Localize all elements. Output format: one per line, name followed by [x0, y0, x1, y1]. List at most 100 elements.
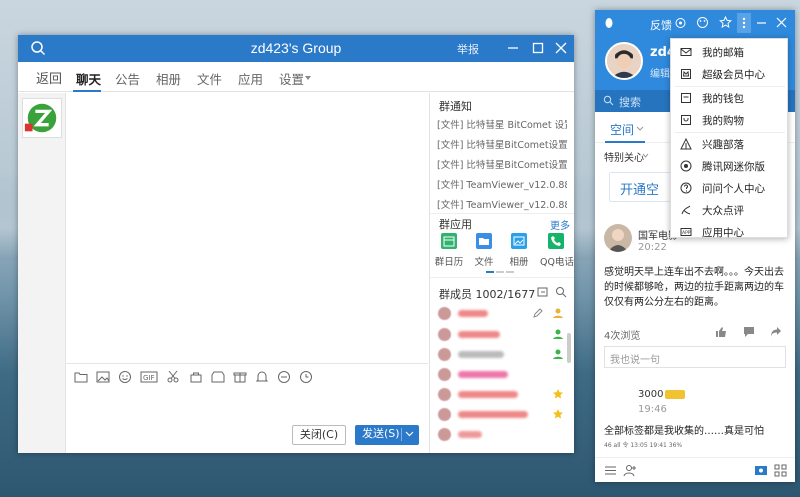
gif-icon[interactable]: GIF [140, 370, 158, 384]
folder-icon[interactable] [74, 370, 88, 384]
post-avatar[interactable] [604, 224, 632, 252]
comment-placeholder: 我也说一句 [610, 355, 660, 366]
news-icon [680, 160, 692, 172]
member-scrollbar[interactable] [567, 333, 571, 363]
app-manager-icon[interactable] [754, 464, 768, 477]
notice-item[interactable]: [文件] 比特彗星BitComet设置... [437, 157, 567, 171]
search-placeholder: 搜索 [619, 96, 641, 109]
menu-item-tribe[interactable]: 兴趣部落 [671, 133, 789, 155]
member-row[interactable] [436, 426, 566, 444]
palette-icon[interactable] [696, 16, 709, 29]
phone-icon[interactable] [548, 233, 564, 249]
notice-header: 群通知 [439, 100, 472, 113]
bag-icon[interactable] [189, 370, 203, 384]
more-menu-button[interactable] [737, 13, 751, 33]
add-contact-icon[interactable] [623, 464, 637, 477]
close-button[interactable]: 关闭(C) [292, 425, 346, 445]
tab-space[interactable]: 空间 [610, 121, 634, 138]
emoji-icon[interactable] [118, 370, 132, 384]
chevron-down-icon[interactable] [405, 431, 414, 437]
invite-icon[interactable] [537, 286, 549, 298]
more-circle-icon[interactable] [277, 370, 291, 384]
back-button[interactable]: 返回 [36, 68, 62, 87]
member-row[interactable] [436, 346, 566, 364]
shield-icon[interactable] [674, 16, 687, 29]
close-icon[interactable] [553, 40, 569, 56]
group-avatar[interactable] [22, 98, 62, 138]
question-icon [680, 182, 692, 194]
user-signature[interactable]: 编辑 [650, 65, 670, 80]
menu-item-wallet[interactable]: 我的钱包 [671, 87, 789, 109]
menu-item-shopping[interactable]: 我的购物 [671, 109, 789, 131]
feedback-link[interactable]: 反馈 [650, 17, 672, 33]
menu-label: 我的购物 [702, 115, 744, 127]
comment-icon[interactable] [743, 326, 755, 338]
more-dropdown-menu: 我的邮箱 超级会员中心 我的钱包 我的购物 兴趣部落 腾讯网迷你版 问问个人中心… [670, 38, 789, 239]
minimize-icon[interactable] [755, 16, 768, 29]
star-outline-icon[interactable] [719, 16, 732, 29]
notice-item[interactable]: [文件] 比特彗星BitComet设置... [437, 137, 567, 151]
file-app-icon[interactable] [476, 233, 492, 249]
member-row[interactable] [436, 366, 566, 384]
chevron-down-icon[interactable] [642, 153, 649, 158]
menu-item-mailbox[interactable]: 我的邮箱 [671, 41, 789, 63]
page-indicator [486, 271, 494, 273]
title-bar: zd423's Group 举报 [18, 35, 574, 62]
member-row[interactable] [436, 305, 566, 323]
admin-icon [553, 349, 563, 359]
apps-more-link[interactable]: 更多 [550, 217, 570, 232]
member-row[interactable] [436, 406, 566, 424]
comment-input[interactable]: 我也说一句 [604, 346, 786, 368]
notice-item[interactable]: [文件] TeamViewer_v12.0.884... [437, 177, 567, 191]
window-title: zd423's Group [250, 40, 342, 56]
member-row[interactable] [436, 386, 566, 404]
member-row[interactable] [436, 326, 566, 344]
screenshot-thumbnail[interactable]: 46 all 令 13:05 19:41 36% [604, 440, 784, 449]
bell-icon[interactable] [255, 370, 269, 384]
send-button[interactable]: 发送(S) [355, 425, 419, 445]
calendar-icon[interactable] [441, 233, 457, 249]
menu-item-dianping[interactable]: 大众点评 [671, 199, 789, 221]
edit-icon[interactable] [532, 307, 544, 319]
menu-label: 应用中心 [702, 227, 744, 239]
special-care-label[interactable]: 特别关心 [604, 149, 644, 164]
tab-apps[interactable]: 应用 [238, 69, 263, 88]
menu-item-svip[interactable]: 超级会员中心 [671, 63, 789, 85]
minimize-icon[interactable] [505, 40, 521, 56]
maximize-icon[interactable] [530, 40, 546, 56]
input-toolbar: GIF [66, 363, 428, 389]
member-search-icon[interactable] [555, 286, 567, 298]
tab-chat[interactable]: 聊天 [76, 69, 101, 88]
review-icon [681, 205, 691, 215]
grid-icon[interactable] [774, 464, 787, 477]
gift-icon[interactable] [233, 370, 247, 384]
scissors-icon[interactable] [166, 370, 180, 384]
menu-item-wenwen[interactable]: 问问个人中心 [671, 177, 789, 199]
shop-icon[interactable] [211, 370, 225, 384]
send-label: 发送(S) [362, 427, 400, 440]
chevron-down-icon[interactable] [305, 76, 311, 80]
crown-icon [681, 69, 691, 79]
close-icon[interactable] [775, 16, 788, 29]
notice-item[interactable]: [文件] TeamViewer_v12.0.884... [437, 197, 567, 211]
menu-icon[interactable] [604, 464, 617, 477]
report-button[interactable]: 举报 [457, 41, 479, 57]
tribe-icon [680, 138, 692, 150]
menu-item-tencent-news[interactable]: 腾讯网迷你版 [671, 155, 789, 177]
clock-icon[interactable] [299, 370, 313, 384]
tab-album[interactable]: 相册 [156, 69, 181, 88]
share-icon[interactable] [770, 326, 782, 338]
tab-settings[interactable]: 设置 [279, 69, 304, 88]
bottom-bar [595, 457, 795, 482]
menu-item-app-center[interactable]: APP 应用中心 [671, 221, 789, 243]
like-icon[interactable] [715, 326, 727, 338]
image-icon[interactable] [96, 370, 110, 384]
app-label-calendar: 群日历 [434, 257, 464, 268]
tab-files[interactable]: 文件 [197, 69, 222, 88]
app-label-album: 相册 [509, 257, 529, 268]
notice-item[interactable]: [文件] 比特彗星 BitComet 设置... [437, 117, 567, 131]
chevron-down-icon[interactable] [636, 126, 644, 131]
tab-announcement[interactable]: 公告 [115, 69, 140, 88]
album-app-icon[interactable] [511, 233, 527, 249]
user-avatar[interactable] [605, 42, 643, 80]
